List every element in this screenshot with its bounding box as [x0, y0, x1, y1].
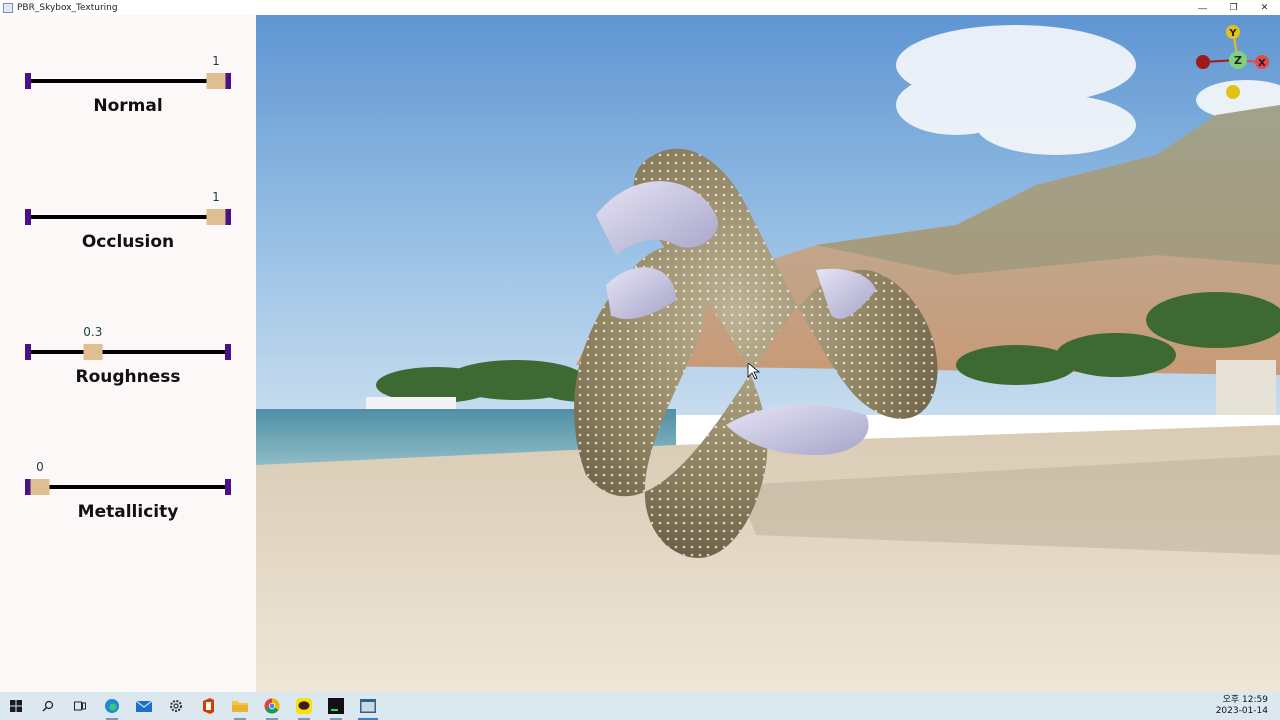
- normal-slider-track[interactable]: [28, 79, 228, 83]
- app-window-icon[interactable]: [352, 692, 384, 720]
- slider-max-cap: [225, 209, 231, 225]
- slider-max-cap: [225, 344, 231, 360]
- neg-x-axis-handle: [1196, 55, 1210, 69]
- slider-min-cap: [25, 344, 31, 360]
- x-axis-label: X: [1258, 58, 1266, 69]
- metallicity-slider[interactable]: 0 Metallicity: [25, 460, 231, 530]
- neg-y-axis-handle: [1226, 85, 1240, 99]
- roughness-slider[interactable]: 0.3 Roughness: [25, 325, 231, 395]
- settings-icon[interactable]: [160, 692, 192, 720]
- minimize-button[interactable]: —: [1187, 0, 1218, 15]
- clock-time: 오후 12:59: [1222, 695, 1268, 705]
- slider-min-cap: [25, 73, 31, 89]
- z-axis-label: Z: [1234, 54, 1242, 67]
- task-view-icon[interactable]: [64, 692, 96, 720]
- roughness-slider-track[interactable]: [28, 350, 228, 354]
- normal-slider[interactable]: 1 Normal: [25, 54, 231, 124]
- chrome-icon[interactable]: [256, 692, 288, 720]
- edge-icon[interactable]: [96, 692, 128, 720]
- metallicity-slider-thumb[interactable]: [30, 479, 50, 495]
- normal-value: 1: [212, 54, 220, 68]
- close-button[interactable]: ✕: [1249, 0, 1280, 15]
- kakaotalk-icon[interactable]: [288, 692, 320, 720]
- occlusion-slider-thumb[interactable]: [206, 209, 226, 225]
- office-icon[interactable]: [192, 692, 224, 720]
- search-icon[interactable]: [32, 692, 64, 720]
- scene-render: [256, 15, 1280, 692]
- clock-date: 2023-01-14: [1215, 706, 1268, 716]
- roughness-slider-thumb[interactable]: [83, 344, 103, 360]
- material-controls-panel: 1 Normal 1 Occlusion 0.3 Roughness 0 Met…: [0, 15, 256, 692]
- orientation-gizmo[interactable]: Y Z X: [1190, 22, 1270, 102]
- occlusion-slider-track[interactable]: [28, 215, 228, 219]
- restore-button[interactable]: ❐: [1218, 0, 1249, 15]
- system-clock[interactable]: 오후 12:59 2023-01-14: [1216, 695, 1268, 717]
- y-axis-label: Y: [1228, 28, 1237, 39]
- windows-start-icon[interactable]: [0, 692, 32, 720]
- window-controls: — ❐ ✕: [1187, 0, 1280, 15]
- file-explorer-icon[interactable]: [224, 692, 256, 720]
- metallicity-slider-track[interactable]: [28, 485, 228, 489]
- slider-max-cap: [225, 479, 231, 495]
- title-bar: PBR_Skybox_Texturing — ❐ ✕: [0, 0, 1280, 15]
- normal-slider-thumb[interactable]: [206, 73, 226, 89]
- metallicity-label: Metallicity: [77, 502, 179, 522]
- app-icon: [3, 2, 13, 13]
- slider-max-cap: [225, 73, 231, 89]
- taskbar: 오후 12:59 2023-01-14: [0, 692, 1280, 720]
- roughness-label: Roughness: [75, 367, 181, 387]
- metallicity-value: 0: [36, 460, 44, 474]
- normal-label: Normal: [93, 96, 163, 116]
- occlusion-value: 1: [212, 190, 220, 204]
- roughness-value: 0.3: [83, 325, 103, 339]
- occlusion-label: Occlusion: [81, 232, 175, 252]
- window-title: PBR_Skybox_Texturing: [17, 2, 118, 13]
- slider-min-cap: [25, 209, 31, 225]
- 3d-viewport[interactable]: [256, 15, 1280, 692]
- occlusion-slider[interactable]: 1 Occlusion: [25, 190, 231, 260]
- mail-icon[interactable]: [128, 692, 160, 720]
- terminal-icon[interactable]: [320, 692, 352, 720]
